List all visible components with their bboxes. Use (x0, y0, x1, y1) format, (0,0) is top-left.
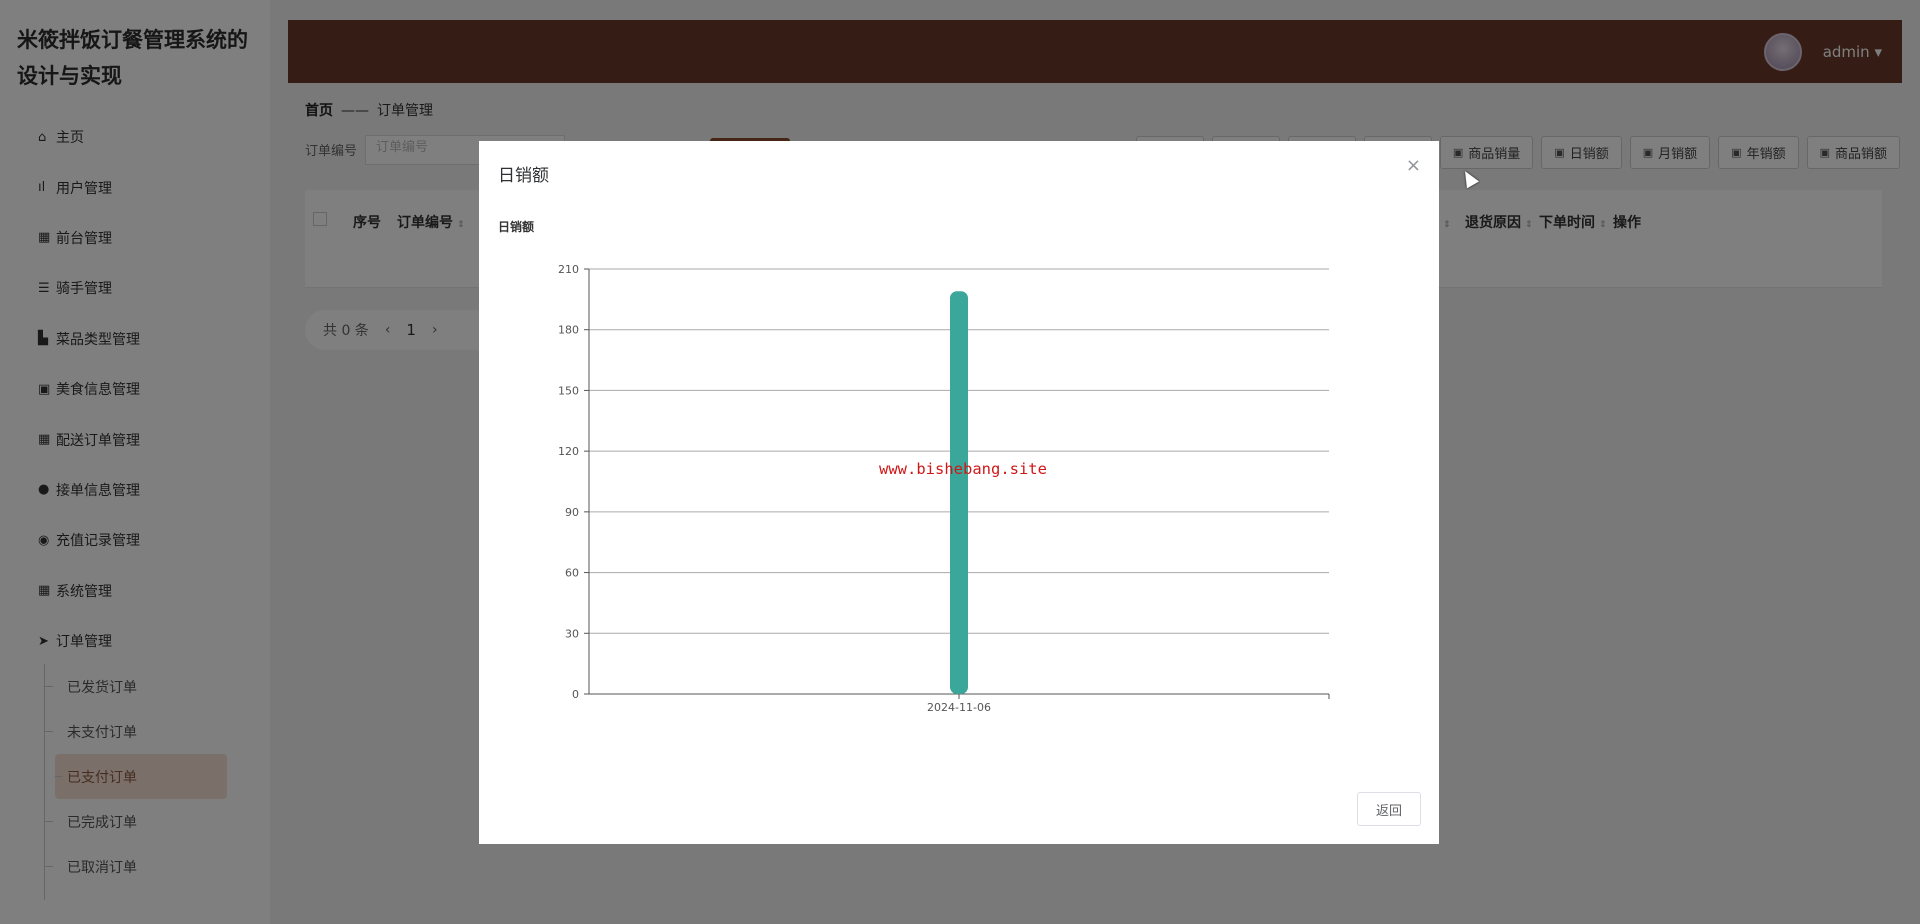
bar (950, 291, 968, 694)
y-tick-label: 0 (572, 688, 579, 701)
watermark-text: www.bishebang.site (879, 460, 1047, 478)
y-tick-label: 210 (558, 263, 579, 276)
back-button[interactable]: 返回 (1357, 792, 1421, 826)
y-tick-label: 180 (558, 324, 579, 337)
y-tick-label: 150 (558, 384, 579, 397)
y-tick-label: 30 (565, 627, 579, 640)
y-tick-label: 90 (565, 506, 579, 519)
y-tick-label: 120 (558, 445, 579, 458)
y-tick-label: 60 (565, 567, 579, 580)
x-tick-label: 2024-11-06 (927, 701, 991, 714)
daily-sales-chart: 0 30 60 90 120 150 180 210 2024-11-06 (558, 263, 1330, 714)
daily-sales-dialog: 日销额 × 日销额 0 30 60 90 120 150 180 210 2024-11-06 … (479, 141, 1439, 844)
